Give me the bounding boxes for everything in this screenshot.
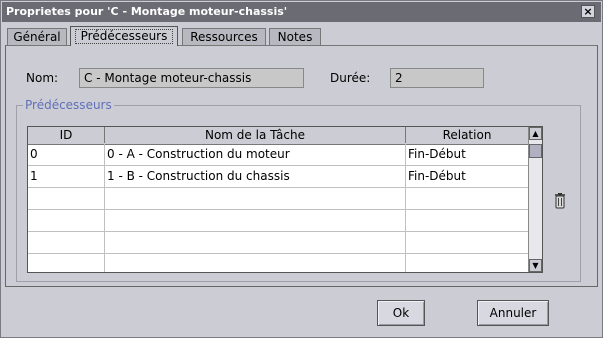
column-header-task-name[interactable]: Nom de la Tâche	[105, 127, 406, 143]
cell-task-name[interactable]: 1 - B - Construction du chassis	[105, 166, 406, 188]
cell-task-name[interactable]	[105, 188, 406, 210]
ok-button[interactable]: Ok	[377, 300, 425, 326]
table-row[interactable]: 1 1 - B - Construction du chassis Fin-Dé…	[28, 166, 528, 188]
cancel-button[interactable]: Annuler	[477, 300, 549, 326]
table-row[interactable]	[28, 232, 528, 254]
table-header: ID Nom de la Tâche Relation	[28, 127, 528, 145]
predecessors-table: ID Nom de la Tâche Relation 0 0 - A - Co…	[27, 126, 543, 273]
column-header-relation[interactable]: Relation	[406, 127, 528, 143]
close-button[interactable]: ×	[581, 5, 595, 18]
table-row[interactable]: 0 0 - A - Construction du moteur Fin-Déb…	[28, 144, 528, 166]
tab-label: Ressources	[190, 30, 258, 44]
table-vertical-scrollbar[interactable]: ▲ ▼	[528, 127, 542, 272]
cell-id[interactable]	[28, 188, 105, 210]
title-bar[interactable]: Proprietes pour 'C - Montage moteur-chas…	[2, 2, 601, 22]
cell-relation[interactable]	[406, 254, 528, 272]
arrow-down-icon: ▼	[532, 261, 539, 270]
table-row[interactable]	[28, 188, 528, 210]
cell-id[interactable]: 0	[28, 144, 105, 166]
trash-icon	[555, 193, 565, 209]
tab-predecessors[interactable]: Prédécesseurs	[70, 26, 178, 46]
tab-resources[interactable]: Ressources	[182, 28, 266, 45]
table-row[interactable]	[28, 210, 528, 232]
duration-field[interactable]: 2	[390, 68, 484, 88]
scroll-down-button[interactable]: ▼	[529, 259, 542, 272]
cell-relation[interactable]	[406, 232, 528, 254]
cell-id[interactable]: 1	[28, 166, 105, 188]
cell-task-name[interactable]	[105, 254, 406, 272]
window-title: Proprietes pour 'C - Montage moteur-chas…	[6, 5, 288, 18]
focus-ring	[75, 29, 173, 44]
predecessors-group-title: Prédécesseurs	[23, 98, 114, 112]
cell-relation[interactable]	[406, 188, 528, 210]
tab-notes[interactable]: Notes	[269, 28, 321, 45]
cell-relation[interactable]	[406, 210, 528, 232]
cell-id[interactable]	[28, 232, 105, 254]
cell-task-name[interactable]	[105, 232, 406, 254]
tab-general[interactable]: Général	[7, 28, 67, 45]
cell-relation[interactable]: Fin-Début	[406, 144, 528, 166]
delete-predecessor-button[interactable]	[553, 193, 567, 209]
cell-relation[interactable]: Fin-Début	[406, 166, 528, 188]
duration-label: Durée:	[330, 71, 371, 85]
cell-task-name[interactable]: 0 - A - Construction du moteur	[105, 144, 406, 166]
column-header-id[interactable]: ID	[28, 127, 105, 143]
cell-id[interactable]	[28, 254, 105, 272]
properties-dialog: Proprietes pour 'C - Montage moteur-chas…	[0, 0, 603, 338]
name-label: Nom:	[26, 71, 59, 85]
arrow-up-icon: ▲	[532, 129, 539, 138]
tab-label: Général	[13, 30, 61, 44]
close-icon: ×	[583, 5, 593, 18]
name-field[interactable]: C - Montage moteur-chassis	[79, 68, 304, 88]
scroll-up-button[interactable]: ▲	[529, 127, 542, 140]
tab-label: Notes	[277, 30, 313, 44]
table-row[interactable]	[28, 254, 528, 272]
scroll-thumb[interactable]	[529, 144, 542, 158]
cell-task-name[interactable]	[105, 210, 406, 232]
cell-id[interactable]	[28, 210, 105, 232]
